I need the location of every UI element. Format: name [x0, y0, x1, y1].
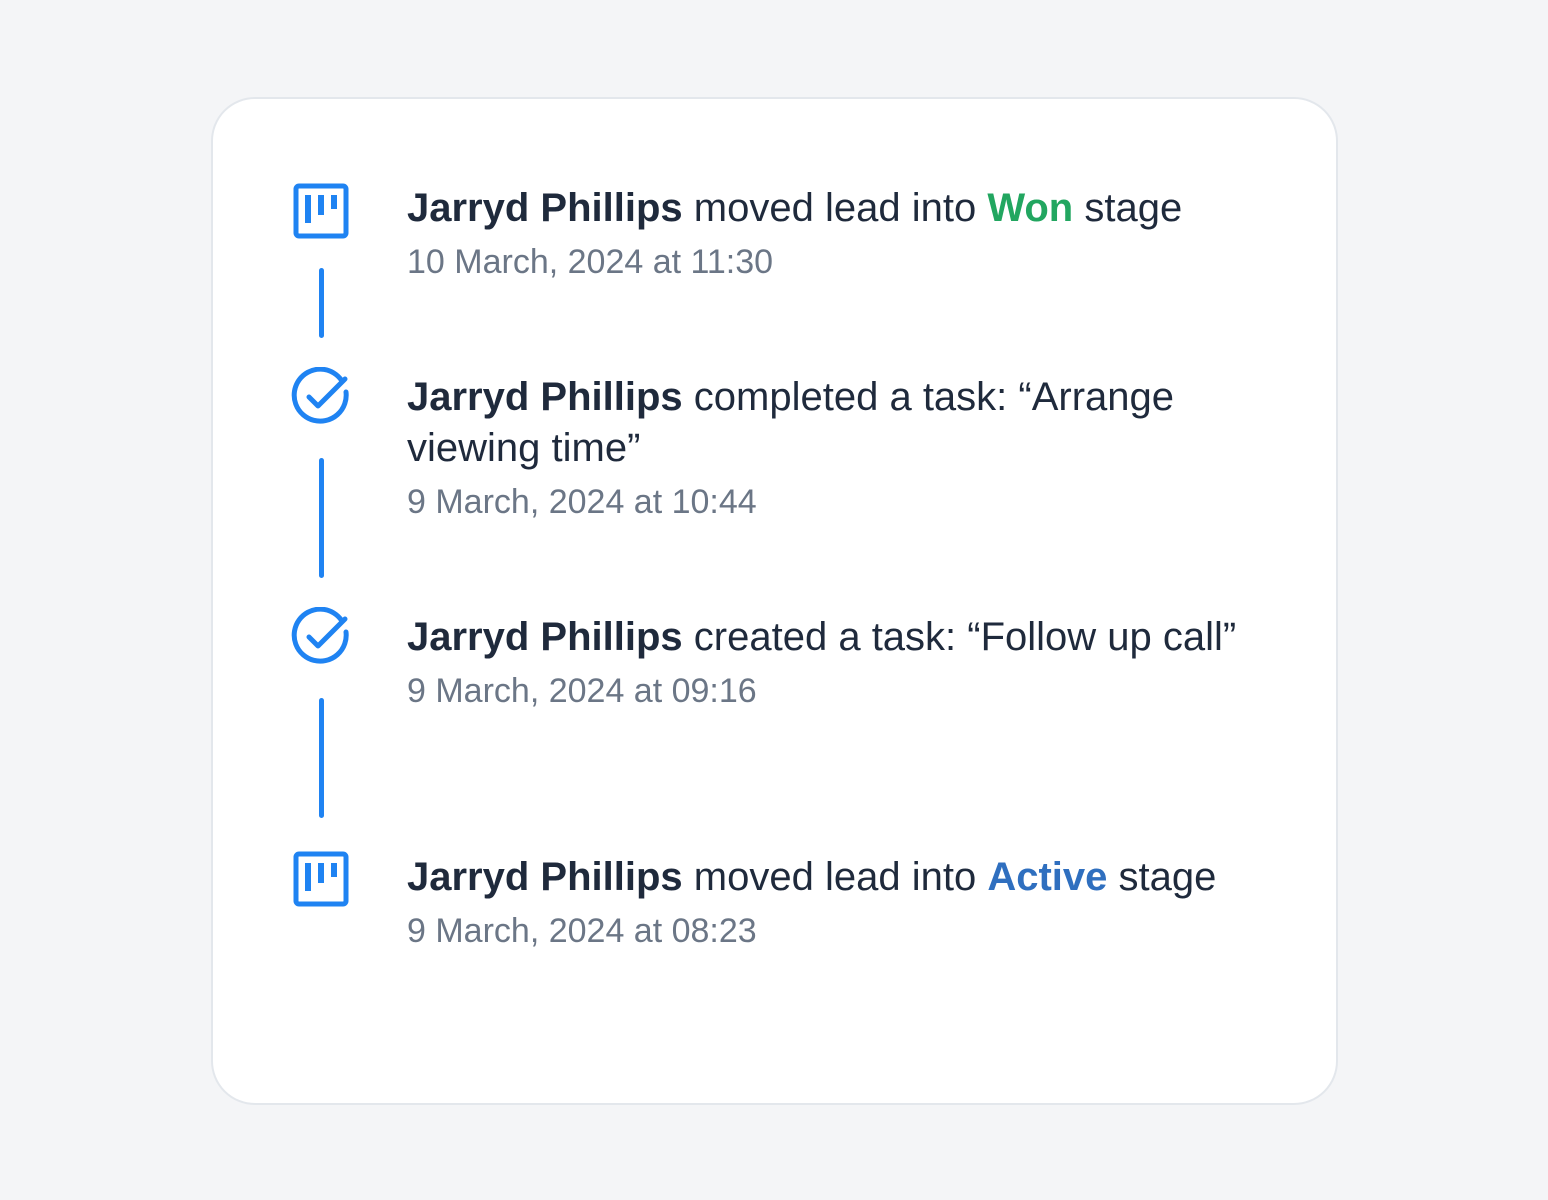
actor-name: Jarryd Phillips: [407, 615, 683, 659]
kanban-board-icon: [293, 183, 349, 239]
activity-suffix: stage: [1118, 855, 1217, 899]
stage-won-label: Won: [987, 186, 1074, 230]
activity-headline: Jarryd Phillips created a task: “Follow …: [407, 612, 1277, 663]
activity-headline: Jarryd Phillips moved lead into Active s…: [407, 852, 1277, 903]
check-circle-icon: [291, 607, 349, 664]
activity-suffix: stage: [1084, 186, 1183, 230]
actor-name: Jarryd Phillips: [407, 855, 683, 899]
activity-timestamp: 9 March, 2024 at 10:44: [407, 483, 757, 521]
kanban-board-icon: [293, 851, 349, 907]
timeline-connector: [319, 698, 324, 818]
activity-timestamp: 9 March, 2024 at 08:23: [407, 912, 757, 950]
timeline-connector: [319, 268, 324, 338]
activity-action: moved lead into: [693, 855, 977, 899]
activity-headline: Jarryd Phillips moved lead into Won stag…: [407, 183, 1277, 234]
activity-timestamp: 10 March, 2024 at 11:30: [407, 243, 774, 281]
actor-name: Jarryd Phillips: [407, 375, 683, 419]
timeline-connector: [319, 458, 324, 578]
activity-action: moved lead into: [693, 186, 977, 230]
stage-active-label: Active: [987, 855, 1108, 899]
activity-action: created a task: “Follow up call”: [693, 615, 1237, 659]
check-circle-icon: [291, 367, 349, 424]
activity-timeline-card: Jarryd Phillips moved lead into Won stag…: [211, 97, 1338, 1105]
activity-headline: Jarryd Phillips completed a task: “Arran…: [407, 372, 1277, 474]
actor-name: Jarryd Phillips: [407, 186, 683, 230]
activity-timestamp: 9 March, 2024 at 09:16: [407, 672, 757, 710]
